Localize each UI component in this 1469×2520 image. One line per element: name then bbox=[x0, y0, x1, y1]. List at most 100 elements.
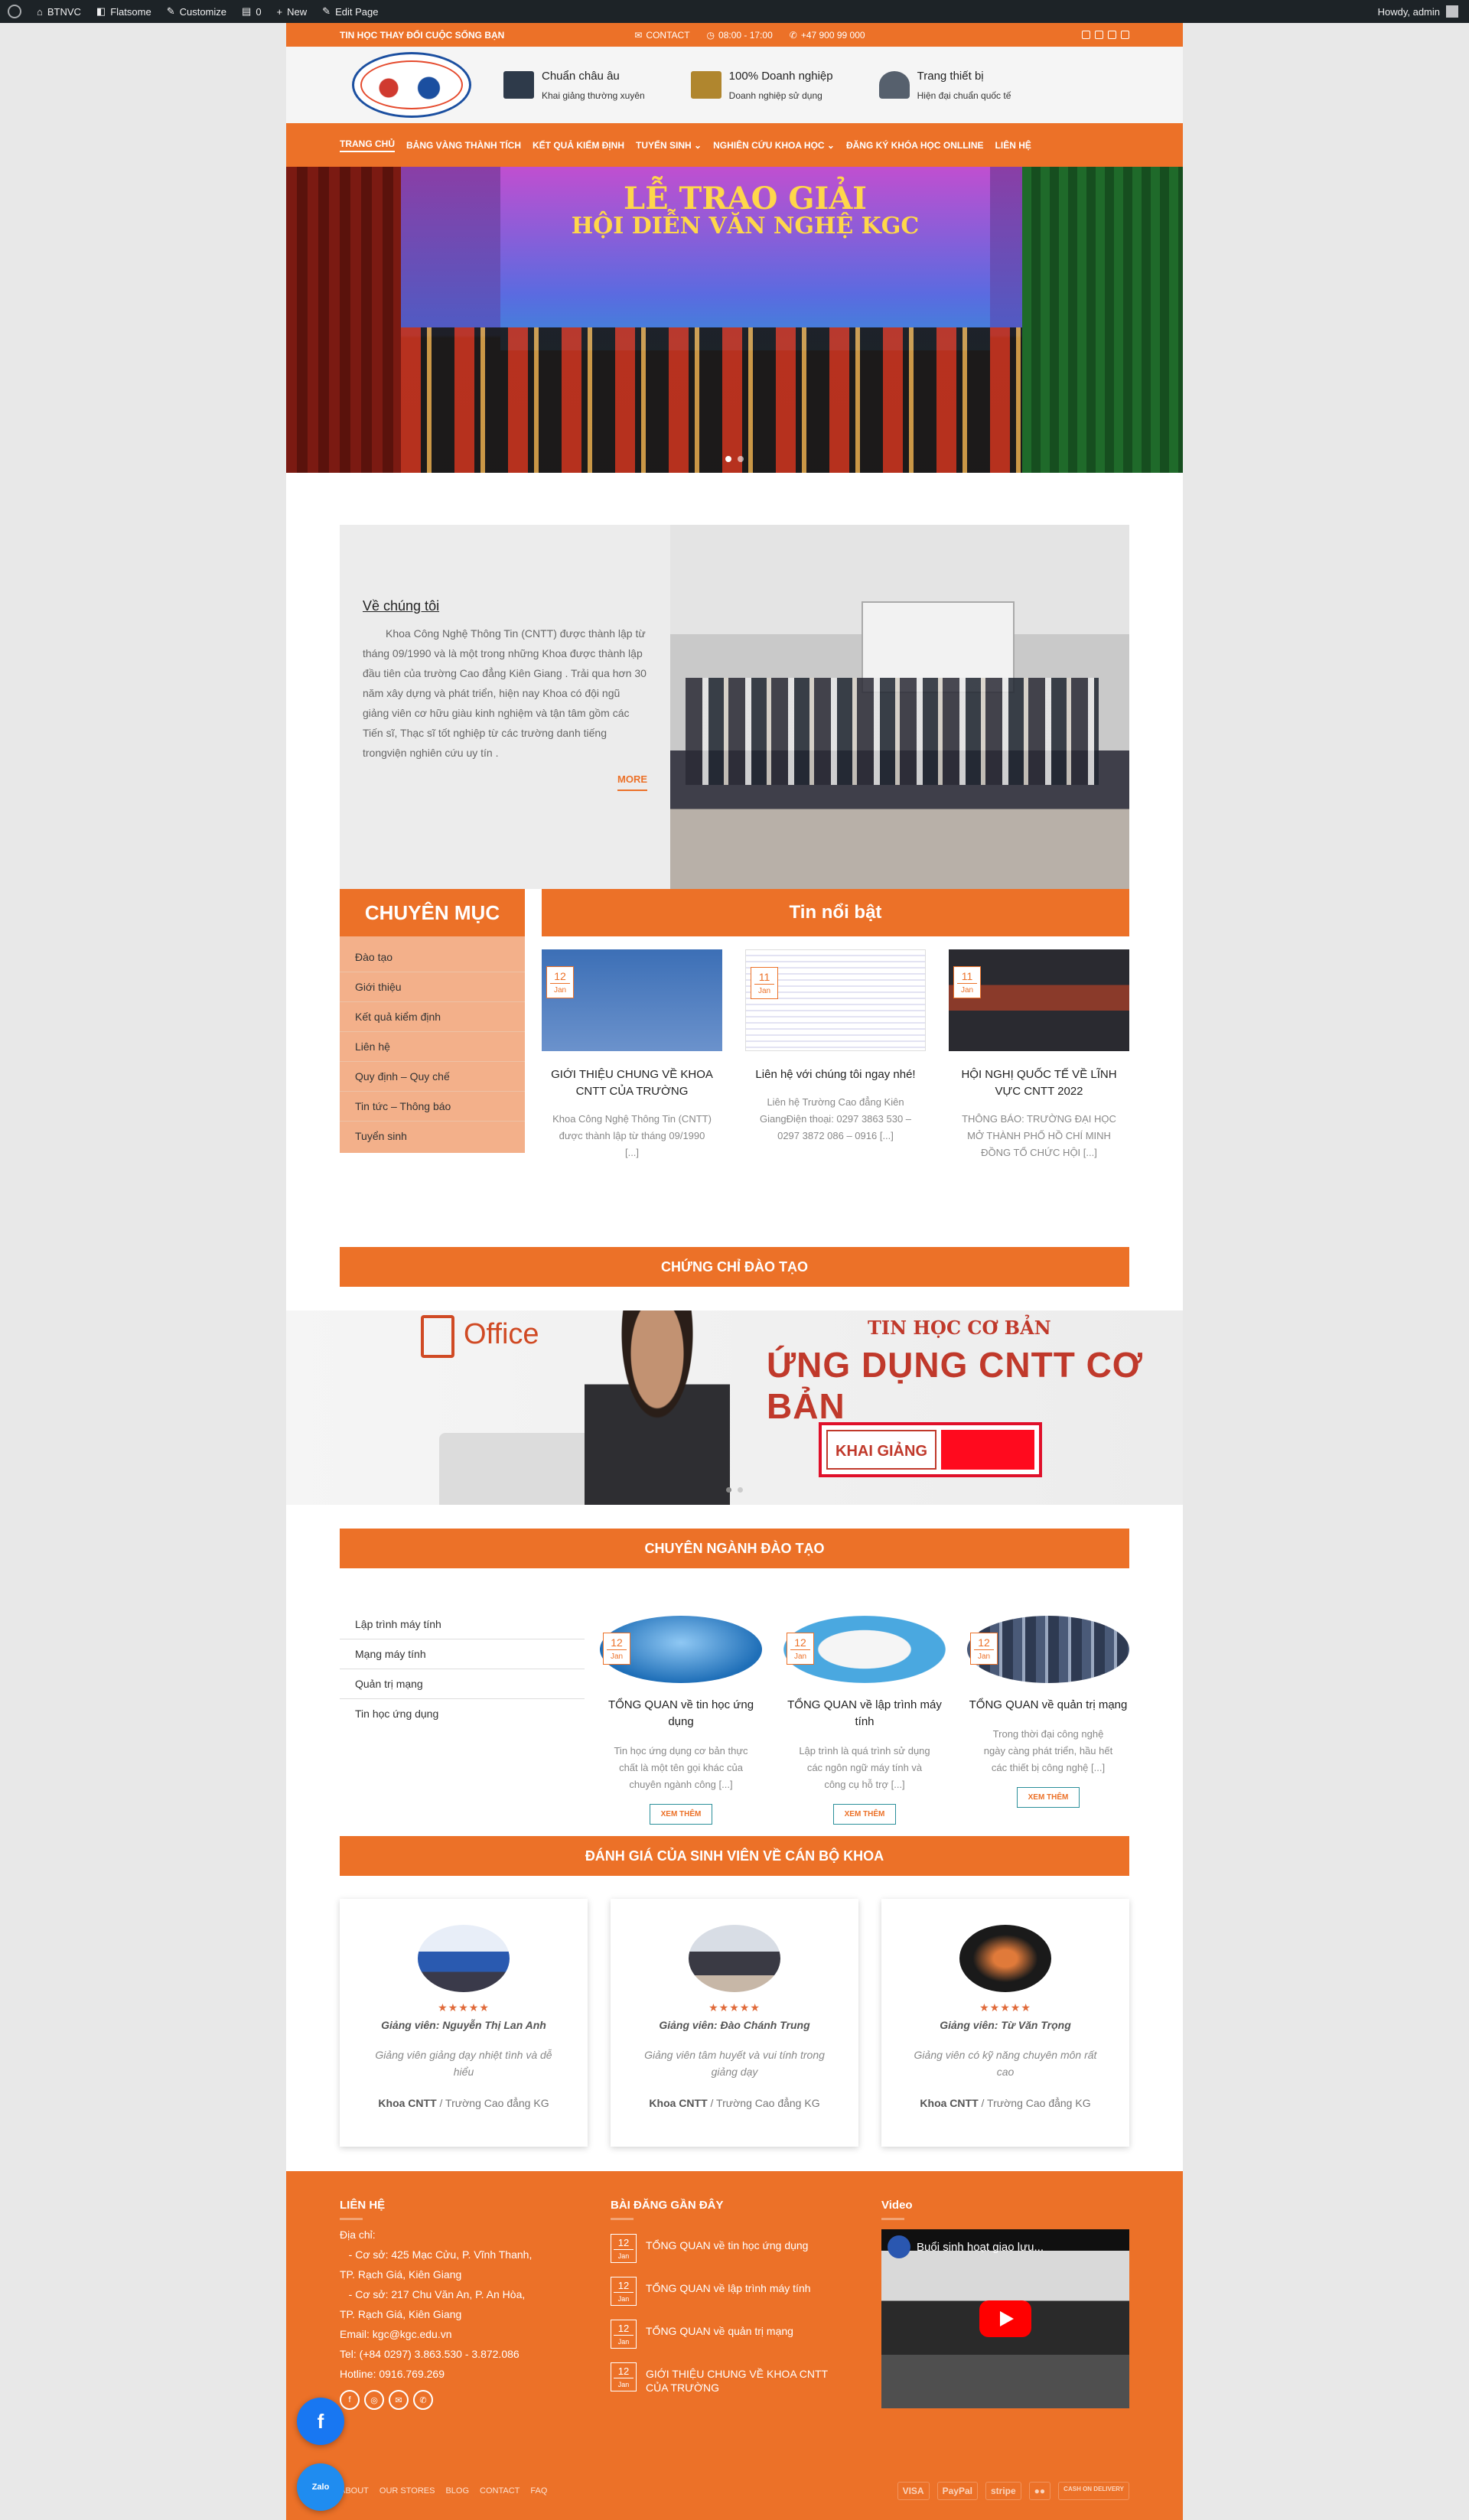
twitter-icon[interactable] bbox=[1108, 31, 1116, 39]
date-day: 12 bbox=[617, 2237, 630, 2248]
admin-comments-link[interactable]: ▤ 0 bbox=[234, 0, 269, 23]
admin-new-link[interactable]: + New bbox=[269, 0, 315, 23]
top-contact-label: CONTACT bbox=[646, 29, 690, 41]
footer-link-contact[interactable]: CONTACT bbox=[480, 2486, 520, 2496]
review-org: Khoa CNTT bbox=[920, 2097, 979, 2109]
admin-account-menu[interactable]: Howdy, admin bbox=[1378, 5, 1469, 18]
facebook-icon[interactable]: f bbox=[340, 2390, 360, 2410]
hero-slider[interactable]: LỄ TRAO GIẢI HỘI DIỄN VĂN NGHỆ KGC bbox=[286, 167, 1183, 473]
mastercard-icon: ●● bbox=[1028, 2482, 1051, 2500]
major-excerpt: Lập trình là quá trình sử dụng các ngôn … bbox=[799, 1745, 930, 1790]
nav-item-home[interactable]: TRANG CHỦ bbox=[340, 138, 395, 152]
major-item[interactable]: Tin học ứng dụng bbox=[340, 1699, 585, 1729]
hero-curtain-right bbox=[1022, 167, 1183, 473]
top-hours: ◷ 08:00 - 17:00 bbox=[707, 30, 773, 41]
recent-post-item[interactable]: 12 Jan TỔNG QUAN về quản trị mạng bbox=[611, 2320, 848, 2349]
news-title[interactable]: GIỚI THIỆU CHUNG VỀ KHOA CNTT CỦA TRƯỜNG bbox=[542, 1066, 722, 1100]
nav-item-research[interactable]: NGHIÊN CỨU KHOA HỌC ⌄ bbox=[713, 140, 835, 151]
footer-recent-posts: BÀI ĐĂNG GẦN ĐÂY 12 Jan TỔNG QUAN về tin … bbox=[611, 2199, 848, 2395]
site-header: Chuẩn châu âu Khai giảng thường xuyên 100… bbox=[286, 47, 1183, 123]
recent-post-title[interactable]: GIỚI THIỆU CHUNG VỀ KHOA CNTT CỦA TRƯỜNG bbox=[646, 2362, 848, 2395]
site-logo[interactable] bbox=[352, 52, 471, 118]
top-phone[interactable]: ✆ +47 900 99 000 bbox=[790, 30, 865, 41]
footer-link-stores[interactable]: OUR STORES bbox=[379, 2486, 435, 2496]
date-month: Jan bbox=[974, 1649, 994, 1664]
major-card[interactable]: 12 Jan TỔNG QUAN về lập trình máy tính Lậ… bbox=[783, 1616, 946, 1825]
category-item[interactable]: Tuyển sinh bbox=[340, 1122, 525, 1151]
major-card[interactable]: 12 Jan TỔNG QUAN về tin học ứng dụng Tin … bbox=[600, 1616, 762, 1825]
major-title[interactable]: TỔNG QUAN về tin học ứng dụng bbox=[600, 1697, 762, 1730]
instagram-icon[interactable]: ◎ bbox=[364, 2390, 384, 2410]
footer-link-blog[interactable]: BLOG bbox=[445, 2486, 469, 2496]
facebook-float-button[interactable]: f bbox=[297, 2398, 344, 2445]
recent-post-item[interactable]: 12 Jan GIỚI THIỆU CHUNG VỀ KHOA CNTT CỦA … bbox=[611, 2362, 848, 2395]
recent-post-item[interactable]: 12 Jan TỔNG QUAN về lập trình máy tính bbox=[611, 2277, 848, 2306]
news-thumbnail[interactable]: 12 Jan bbox=[542, 949, 722, 1051]
zalo-float-button[interactable]: Zalo bbox=[297, 2463, 344, 2511]
category-item[interactable]: Kết quả kiểm định bbox=[340, 1002, 525, 1032]
category-item[interactable]: Đào tạo bbox=[340, 943, 525, 972]
facebook-icon[interactable] bbox=[1082, 31, 1090, 39]
recent-post-title[interactable]: TỔNG QUAN về quản trị mạng bbox=[646, 2320, 793, 2338]
nav-item-online-registration[interactable]: ĐĂNG KÝ KHÓA HỌC ONLLINE bbox=[846, 140, 984, 151]
major-title[interactable]: TỔNG QUAN về lập trình máy tính bbox=[783, 1697, 946, 1730]
major-thumbnail[interactable]: 12 Jan bbox=[783, 1616, 946, 1683]
major-item[interactable]: Mạng máy tính bbox=[340, 1639, 585, 1669]
admin-site-link[interactable]: ⌂ BTNVC bbox=[29, 0, 89, 23]
category-item[interactable]: Liên hệ bbox=[340, 1032, 525, 1062]
admin-edit-page-link[interactable]: ✎ Edit Page bbox=[314, 0, 386, 23]
feature-item: Chuẩn châu âu Khai giảng thường xuyên bbox=[503, 70, 645, 101]
category-item[interactable]: Tin tức – Thông báo bbox=[340, 1092, 525, 1122]
nav-item-contact[interactable]: LIÊN HỆ bbox=[995, 140, 1031, 151]
major-card[interactable]: 12 Jan TỔNG QUAN về quản trị mạng Trong t… bbox=[967, 1616, 1129, 1825]
recent-post-title[interactable]: TỔNG QUAN về tin học ứng dụng bbox=[646, 2234, 808, 2252]
slider-dot[interactable] bbox=[738, 456, 744, 462]
recent-post-title[interactable]: TỔNG QUAN về lập trình máy tính bbox=[646, 2277, 811, 2295]
youtube-video-embed[interactable]: Buổi sinh hoạt giao lưu... bbox=[881, 2229, 1129, 2408]
top-bar: TIN HỌC THAY ĐỔI CUỘC SỐNG BẠN ✉ CONTACT … bbox=[286, 23, 1183, 47]
slider-dot[interactable] bbox=[738, 1487, 743, 1493]
news-thumbnail[interactable]: 11 Jan bbox=[949, 949, 1129, 1051]
laptop-image bbox=[439, 1433, 592, 1505]
news-card[interactable]: 11 Jan HỘI NGHỊ QUỐC TẾ VỀ LĨNH VỰC CNTT … bbox=[949, 949, 1129, 1161]
news-card[interactable]: 12 Jan GIỚI THIỆU CHUNG VỀ KHOA CNTT CỦA … bbox=[542, 949, 722, 1161]
slider-dot[interactable] bbox=[726, 1487, 731, 1493]
recent-post-item[interactable]: 12 Jan TỔNG QUAN về tin học ứng dụng bbox=[611, 2234, 848, 2263]
major-title[interactable]: TỔNG QUAN về quản trị mạng bbox=[967, 1697, 1129, 1714]
footer-link-faq[interactable]: FAQ bbox=[530, 2486, 547, 2496]
cash-on-delivery-icon: CASH ON DELIVERY bbox=[1058, 2482, 1129, 2500]
play-icon[interactable] bbox=[979, 2300, 1031, 2337]
read-more-button[interactable]: XEM THÊM bbox=[649, 1804, 713, 1825]
news-title[interactable]: Liên hệ với chúng tôi ngay nhé! bbox=[745, 1066, 926, 1083]
admin-theme-link[interactable]: ◧ Flatsome bbox=[89, 0, 159, 23]
instagram-icon[interactable] bbox=[1095, 31, 1103, 39]
course-banner-slider[interactable]: Office TIN HỌC CƠ BẢN ỨNG DỤNG CNTT CƠ B… bbox=[286, 1310, 1183, 1505]
news-title[interactable]: HỘI NGHỊ QUỐC TẾ VỀ LĨNH VỰC CNTT 2022 bbox=[949, 1066, 1129, 1100]
contact-email[interactable]: Email: kgc@kgc.edu.vn bbox=[340, 2324, 577, 2344]
phone-icon[interactable]: ✆ bbox=[413, 2390, 433, 2410]
category-item[interactable]: Quy định – Quy chế bbox=[340, 1062, 525, 1092]
slider-dot[interactable] bbox=[725, 456, 731, 462]
nav-item-accreditation[interactable]: KẾT QUẢ KIỂM ĐỊNH bbox=[533, 140, 624, 151]
news-thumbnail[interactable]: 11 Jan bbox=[745, 949, 926, 1051]
email-icon[interactable] bbox=[1121, 31, 1129, 39]
email-icon[interactable]: ✉ bbox=[389, 2390, 409, 2410]
nav-item-admissions[interactable]: TUYỂN SINH ⌄ bbox=[636, 140, 702, 151]
category-item[interactable]: Giới thiệu bbox=[340, 972, 525, 1002]
contact-line: TP. Rạch Giá, Kiên Giang bbox=[340, 2308, 462, 2320]
read-more-button[interactable]: XEM THÊM bbox=[832, 1804, 897, 1825]
date-badge: 12 Jan bbox=[611, 2234, 637, 2263]
major-item[interactable]: Lập trình máy tính bbox=[340, 1610, 585, 1639]
top-contact-link[interactable]: ✉ CONTACT bbox=[634, 30, 689, 41]
news-card[interactable]: 11 Jan Liên hệ với chúng tôi ngay nhé! Li… bbox=[745, 949, 926, 1161]
read-more-button[interactable]: XEM THÊM bbox=[1016, 1787, 1080, 1808]
admin-customize-link[interactable]: ✎ Customize bbox=[159, 0, 234, 23]
nav-item-honor-board[interactable]: BẢNG VÀNG THÀNH TÍCH bbox=[406, 140, 521, 151]
wp-logo-menu[interactable] bbox=[0, 0, 29, 23]
date-badge: 11 Jan bbox=[953, 966, 981, 998]
major-thumbnail[interactable]: 12 Jan bbox=[600, 1616, 762, 1683]
about-more-link[interactable]: MORE bbox=[363, 773, 647, 791]
major-thumbnail[interactable]: 12 Jan bbox=[967, 1616, 1129, 1683]
clock-icon: ◷ bbox=[706, 29, 715, 41]
major-item[interactable]: Quản trị mạng bbox=[340, 1669, 585, 1699]
